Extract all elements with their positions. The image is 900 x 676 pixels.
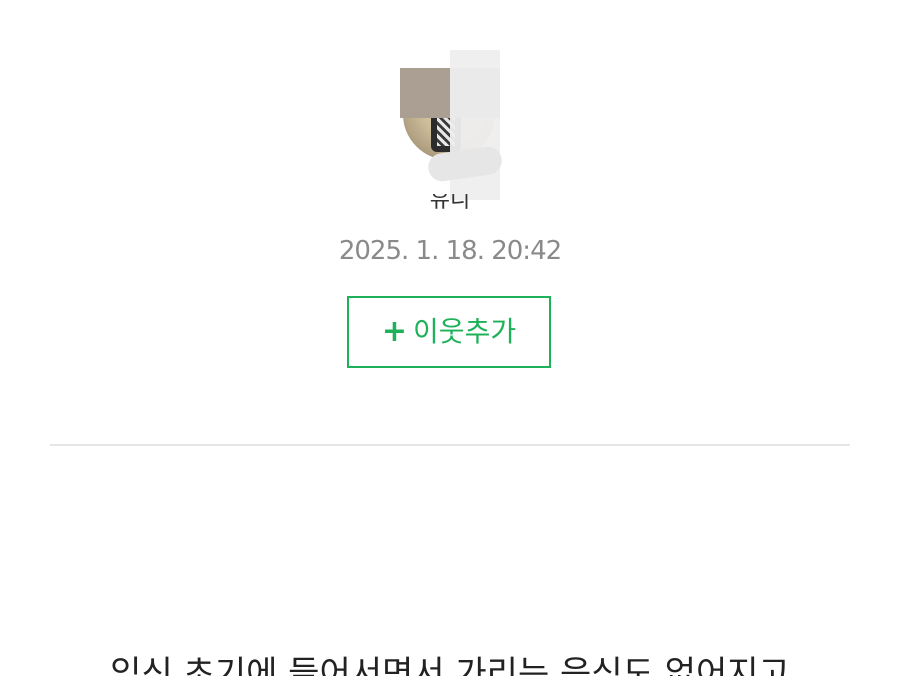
add-neighbor-button[interactable]: + 이웃추가 — [347, 296, 551, 368]
section-divider — [50, 444, 850, 446]
post-date: 2025. 1. 18. 20:42 — [338, 236, 562, 266]
blog-post-page: 유니 2025. 1. 18. 20:42 + 이웃추가 임신 초기에 들어서면… — [0, 0, 900, 676]
post-body-first-line: 임신 초기에 들어서면서 가리는 음식도 없어지고 — [110, 654, 790, 676]
add-neighbor-label: 이웃추가 — [413, 315, 517, 348]
plus-icon: + — [381, 314, 408, 349]
